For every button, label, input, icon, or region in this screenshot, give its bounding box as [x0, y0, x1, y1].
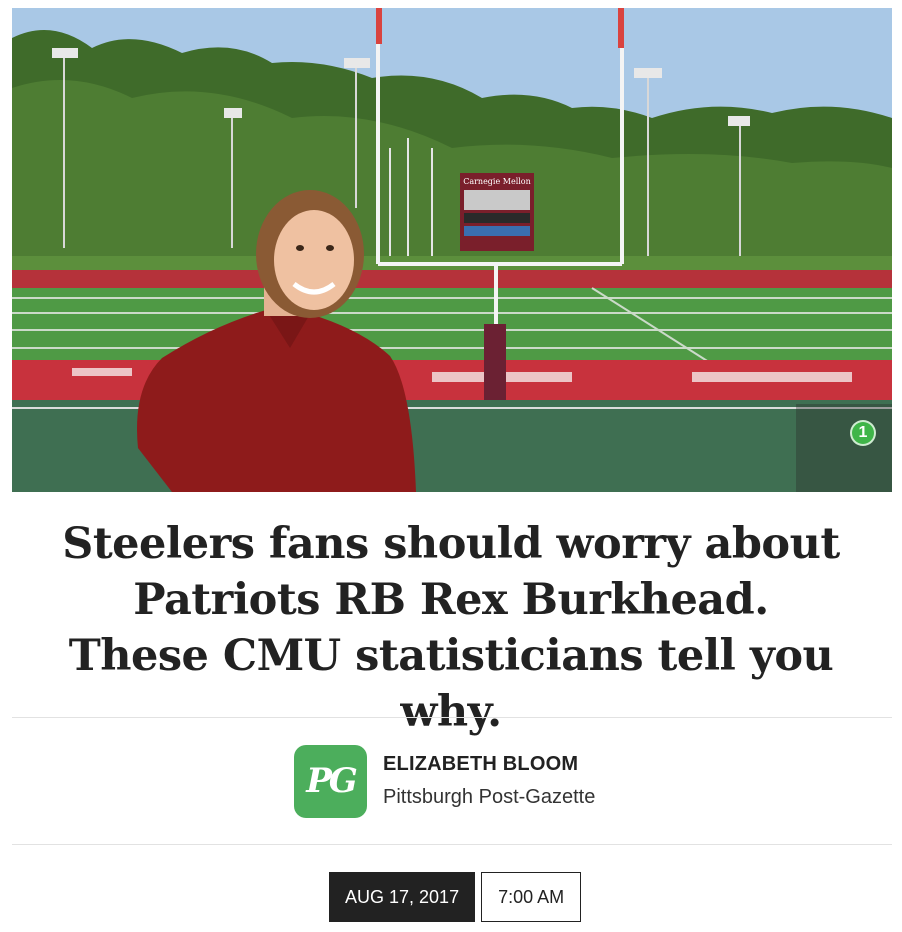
- publish-date: AUG 17, 2017: [329, 872, 476, 922]
- article-headline: Steelers fans should worry about Patriot…: [62, 519, 840, 737]
- publish-time: 7:00 AM: [481, 872, 582, 922]
- pg-logo-text: PG: [306, 761, 358, 801]
- byline: PG ELIZABETH BLOOM Pittsburgh Post-Gazet…: [294, 744, 595, 818]
- scoreboard-label: Carnegie Mellon: [463, 177, 531, 186]
- dateline: AUG 17, 2017 7:00 AM: [329, 872, 582, 922]
- author-block: ELIZABETH BLOOM Pittsburgh Post-Gazette: [383, 753, 595, 809]
- publication-name: Pittsburgh Post-Gazette: [383, 786, 596, 808]
- photo-count-badge[interactable]: 1: [850, 420, 876, 446]
- divider-bottom: [12, 844, 892, 845]
- stadium-photo: Carnegie Mellon: [12, 8, 892, 492]
- divider-top: [12, 717, 892, 718]
- pg-logo-icon[interactable]: PG: [294, 744, 367, 818]
- photo-gallery-overlay[interactable]: 1: [796, 404, 892, 492]
- author-name[interactable]: ELIZABETH BLOOM: [383, 753, 595, 776]
- hero-photo[interactable]: Carnegie Mellon 1: [12, 8, 892, 492]
